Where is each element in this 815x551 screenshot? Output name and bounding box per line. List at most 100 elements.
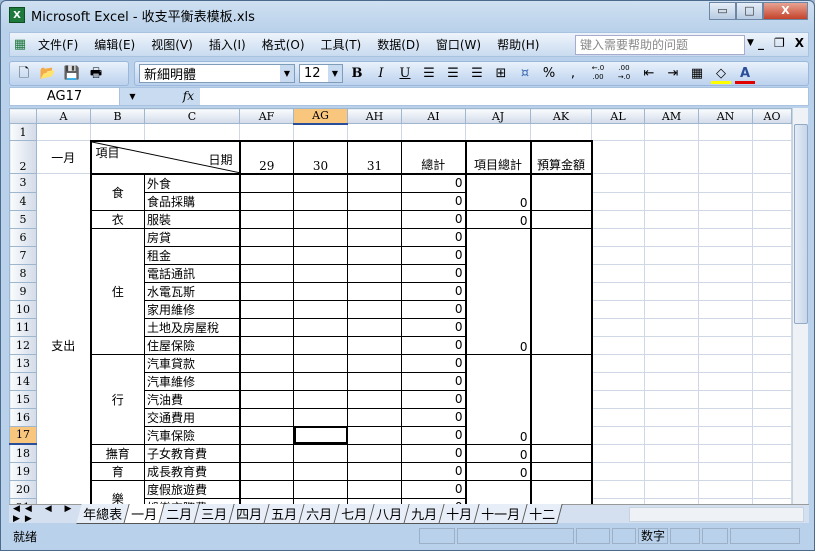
cell[interactable]	[752, 263, 792, 283]
item-total-cell[interactable]: 0	[464, 461, 531, 481]
day-cell[interactable]	[238, 425, 294, 445]
day-cell[interactable]	[238, 263, 294, 283]
cell[interactable]	[698, 299, 753, 319]
cell[interactable]	[591, 425, 645, 445]
cell[interactable]	[752, 407, 792, 427]
row-header[interactable]: 6	[9, 227, 37, 247]
cell[interactable]	[752, 227, 792, 247]
doc-minimize-button[interactable]: _	[758, 36, 764, 50]
day-cell[interactable]	[293, 227, 348, 247]
cell[interactable]	[644, 317, 699, 337]
row-header[interactable]: 14	[9, 371, 37, 391]
item-total-cell[interactable]: 0	[464, 353, 531, 445]
cell[interactable]	[698, 123, 753, 141]
day-cell[interactable]	[347, 461, 402, 481]
percent-button[interactable]: %	[539, 64, 559, 84]
cell[interactable]	[752, 317, 792, 337]
day-cell[interactable]	[238, 281, 294, 301]
day-cell[interactable]	[293, 425, 348, 445]
day-cell[interactable]	[238, 443, 294, 463]
cell[interactable]	[347, 123, 402, 141]
print-icon[interactable]: 🖶	[86, 64, 106, 84]
day-cell[interactable]	[293, 407, 348, 427]
day-cell[interactable]	[293, 461, 348, 481]
item-total-cell[interactable]: 0	[464, 443, 531, 463]
sheet-tab[interactable]: 三月	[194, 504, 235, 524]
function-icon[interactable]: fx	[145, 88, 200, 105]
cell[interactable]	[644, 140, 699, 174]
row-header[interactable]: 5	[9, 209, 37, 229]
name-box-dropdown-icon[interactable]: ▼	[120, 88, 145, 105]
italic-button[interactable]: I	[371, 64, 391, 84]
minimize-button[interactable]: ▭	[709, 2, 736, 20]
cell[interactable]	[752, 191, 792, 211]
day-cell[interactable]	[293, 173, 348, 193]
column-header[interactable]: AM	[644, 108, 699, 124]
day-cell[interactable]	[238, 245, 294, 265]
borders-icon[interactable]: ▦	[687, 64, 707, 84]
comma-button[interactable]: ,	[563, 64, 583, 84]
column-header[interactable]: AG	[293, 108, 348, 125]
row-header[interactable]: 8	[9, 263, 37, 283]
cell[interactable]	[698, 245, 753, 265]
cell-a[interactable]	[36, 246, 91, 264]
sheet-tab[interactable]: 七月	[334, 504, 375, 524]
menu-item[interactable]: 文件(F)	[30, 36, 86, 53]
cell[interactable]	[591, 263, 645, 283]
total-cell[interactable]: 0	[401, 335, 466, 355]
cell-a[interactable]	[36, 480, 91, 498]
day-cell[interactable]	[293, 353, 348, 373]
day-cell[interactable]	[347, 425, 402, 445]
column-header[interactable]: AI	[401, 108, 466, 124]
cell[interactable]	[698, 227, 753, 247]
day-cell[interactable]	[238, 389, 294, 409]
menu-item[interactable]: 编辑(E)	[86, 36, 143, 53]
budget-cell[interactable]	[529, 443, 593, 463]
formula-input[interactable]	[200, 88, 808, 105]
cell[interactable]	[465, 123, 531, 141]
total-cell[interactable]: 0	[401, 209, 466, 229]
cell[interactable]	[591, 371, 645, 391]
budget-cell[interactable]	[529, 227, 593, 355]
cell[interactable]	[530, 123, 592, 141]
column-header[interactable]: AH	[347, 108, 402, 124]
column-header[interactable]: AF	[239, 108, 294, 124]
cell[interactable]	[752, 173, 792, 193]
cell[interactable]	[644, 245, 699, 265]
menu-item[interactable]: 工具(T)	[313, 36, 370, 53]
cell[interactable]	[644, 263, 699, 283]
cell[interactable]	[644, 123, 699, 141]
column-header[interactable]: C	[144, 108, 240, 124]
day-cell[interactable]	[347, 299, 402, 319]
total-cell[interactable]: 0	[401, 479, 466, 499]
cell-a[interactable]	[36, 264, 91, 282]
cell[interactable]	[644, 479, 699, 499]
cell-a[interactable]	[36, 354, 91, 372]
total-cell[interactable]: 0	[401, 389, 466, 409]
row-header[interactable]: 18	[9, 443, 37, 463]
cell[interactable]	[591, 353, 645, 373]
close-button[interactable]: X	[763, 2, 808, 20]
cell[interactable]	[591, 227, 645, 247]
total-cell[interactable]: 0	[401, 461, 466, 481]
cell[interactable]	[644, 227, 699, 247]
save-icon[interactable]: 💾	[62, 64, 82, 84]
column-header[interactable]: B	[90, 108, 145, 124]
cell[interactable]	[644, 353, 699, 373]
workbook-icon[interactable]: ▦	[10, 35, 30, 55]
cell[interactable]	[644, 281, 699, 301]
cell[interactable]	[591, 281, 645, 301]
day-cell[interactable]	[293, 209, 348, 229]
sheet-tab[interactable]: 一月	[124, 504, 165, 524]
horizontal-scrollbar[interactable]	[629, 507, 804, 522]
cell[interactable]	[752, 389, 792, 409]
menu-item[interactable]: 帮助(H)	[489, 36, 547, 53]
cell[interactable]	[644, 461, 699, 481]
row-header[interactable]: 17	[9, 425, 37, 445]
cell[interactable]	[752, 335, 792, 355]
align-right-icon[interactable]: ☰	[467, 64, 487, 84]
help-dropdown-icon[interactable]: ▼	[747, 38, 754, 48]
doc-close-button[interactable]: X	[795, 36, 804, 50]
day-cell[interactable]	[293, 443, 348, 463]
item-total-cell[interactable]: 0	[464, 227, 531, 355]
